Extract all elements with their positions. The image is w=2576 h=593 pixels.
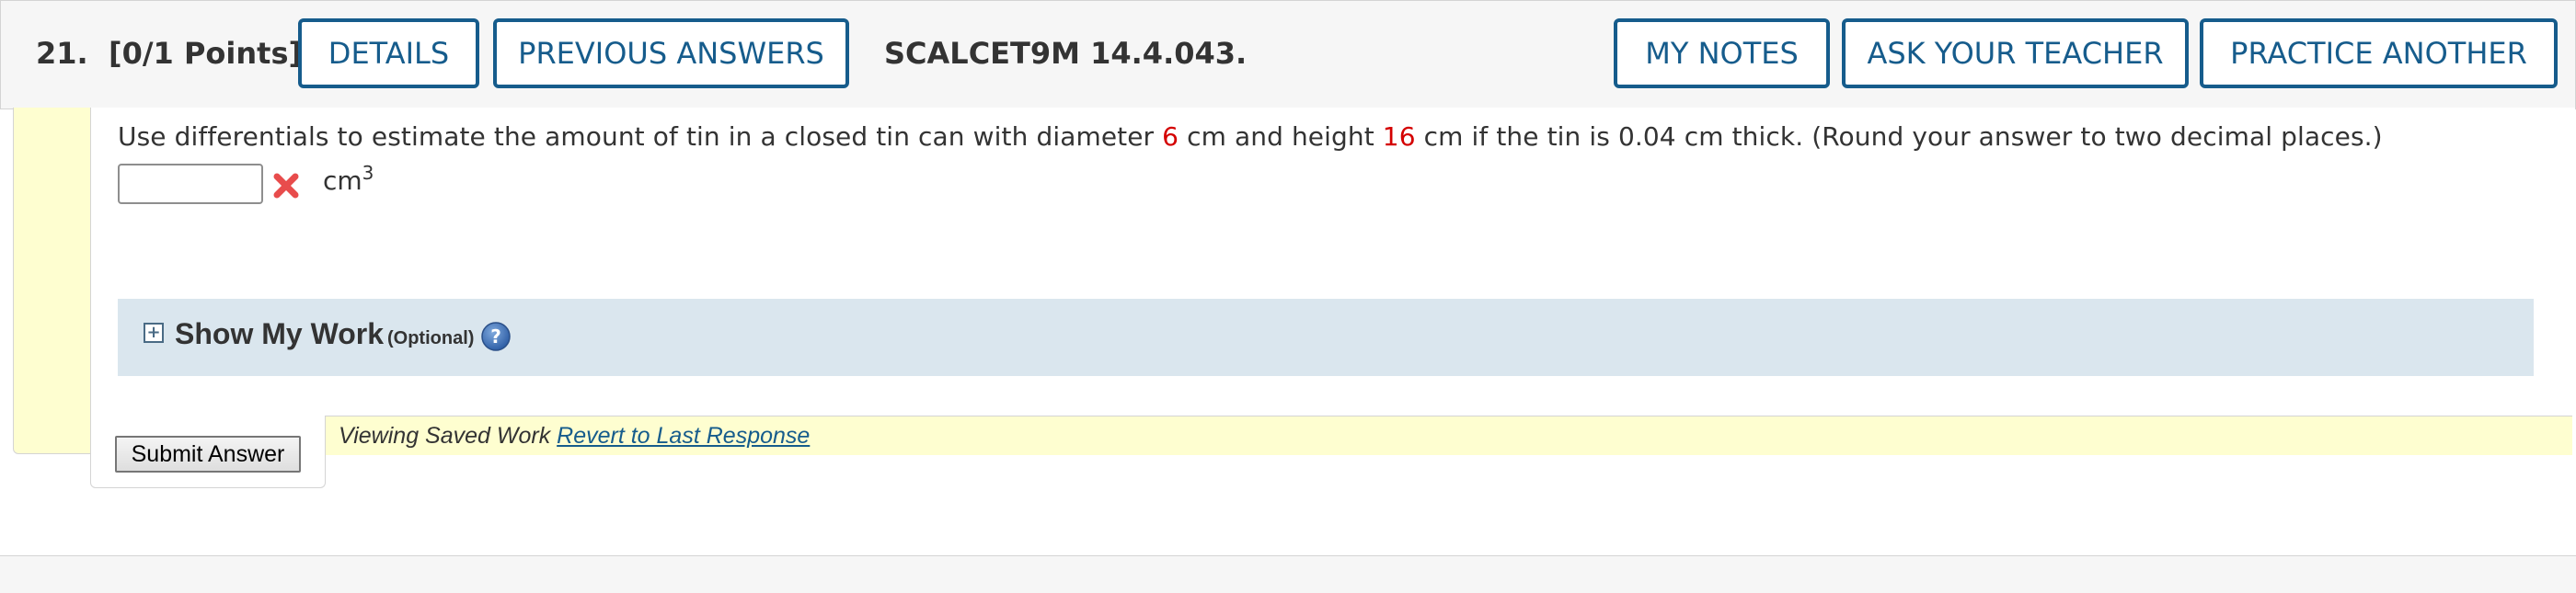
question-text-part3: cm if the tin is 0.04 cm thick. (Round y…	[1415, 121, 2383, 152]
saved-work-label: Viewing Saved Work	[339, 423, 551, 449]
incorrect-x-icon	[273, 173, 299, 199]
saved-work-bar: Viewing Saved Work Revert to Last Respon…	[326, 416, 2572, 455]
question-points: 21. [0/1 Points]	[36, 36, 302, 71]
question-text-part2: cm and height	[1179, 121, 1383, 152]
practice-another-button[interactable]: PRACTICE ANOTHER	[2200, 18, 2558, 88]
problem-code: SCALCET9M 14.4.043.	[884, 36, 1248, 71]
question-text-part1: Use differentials to estimate the amount…	[118, 121, 1163, 152]
points-label: [0/1 Points]	[108, 36, 303, 71]
next-question-strip	[0, 555, 2576, 593]
saved-work-status: Viewing Saved Work Revert to Last Respon…	[339, 423, 810, 450]
optional-label: (Optional)	[386, 328, 475, 348]
height-value: 16	[1382, 121, 1416, 152]
details-button[interactable]: DETAILS	[298, 18, 479, 88]
unit-exponent: 3	[362, 162, 374, 184]
show-my-work-panel[interactable]: + Show My Work (Optional) ?	[118, 299, 2534, 376]
question-circle-icon[interactable]: ?	[480, 321, 512, 352]
show-my-work-title[interactable]: Show My Work (Optional)	[175, 317, 474, 351]
diameter-value: 6	[1162, 121, 1179, 152]
my-notes-button[interactable]: MY NOTES	[1614, 18, 1830, 88]
question-number: 21.	[36, 36, 88, 71]
ask-your-teacher-button[interactable]: ASK YOUR TEACHER	[1842, 18, 2189, 88]
submit-answer-button[interactable]: Submit Answer	[115, 436, 301, 473]
previous-answers-button[interactable]: PREVIOUS ANSWERS	[493, 18, 849, 88]
answer-unit: cm3	[323, 162, 374, 196]
unit-label: cm	[323, 165, 362, 196]
expand-plus-icon[interactable]: +	[144, 323, 164, 343]
question-text: Use differentials to estimate the amount…	[118, 121, 2383, 152]
answer-input[interactable]	[118, 164, 263, 204]
svg-text:?: ?	[490, 325, 501, 348]
revert-link[interactable]: Revert to Last Response	[557, 423, 810, 449]
question-header: 21. [0/1 Points] DETAILS PREVIOUS ANSWER…	[0, 0, 2576, 109]
show-my-work-label: Show My Work	[175, 317, 384, 350]
